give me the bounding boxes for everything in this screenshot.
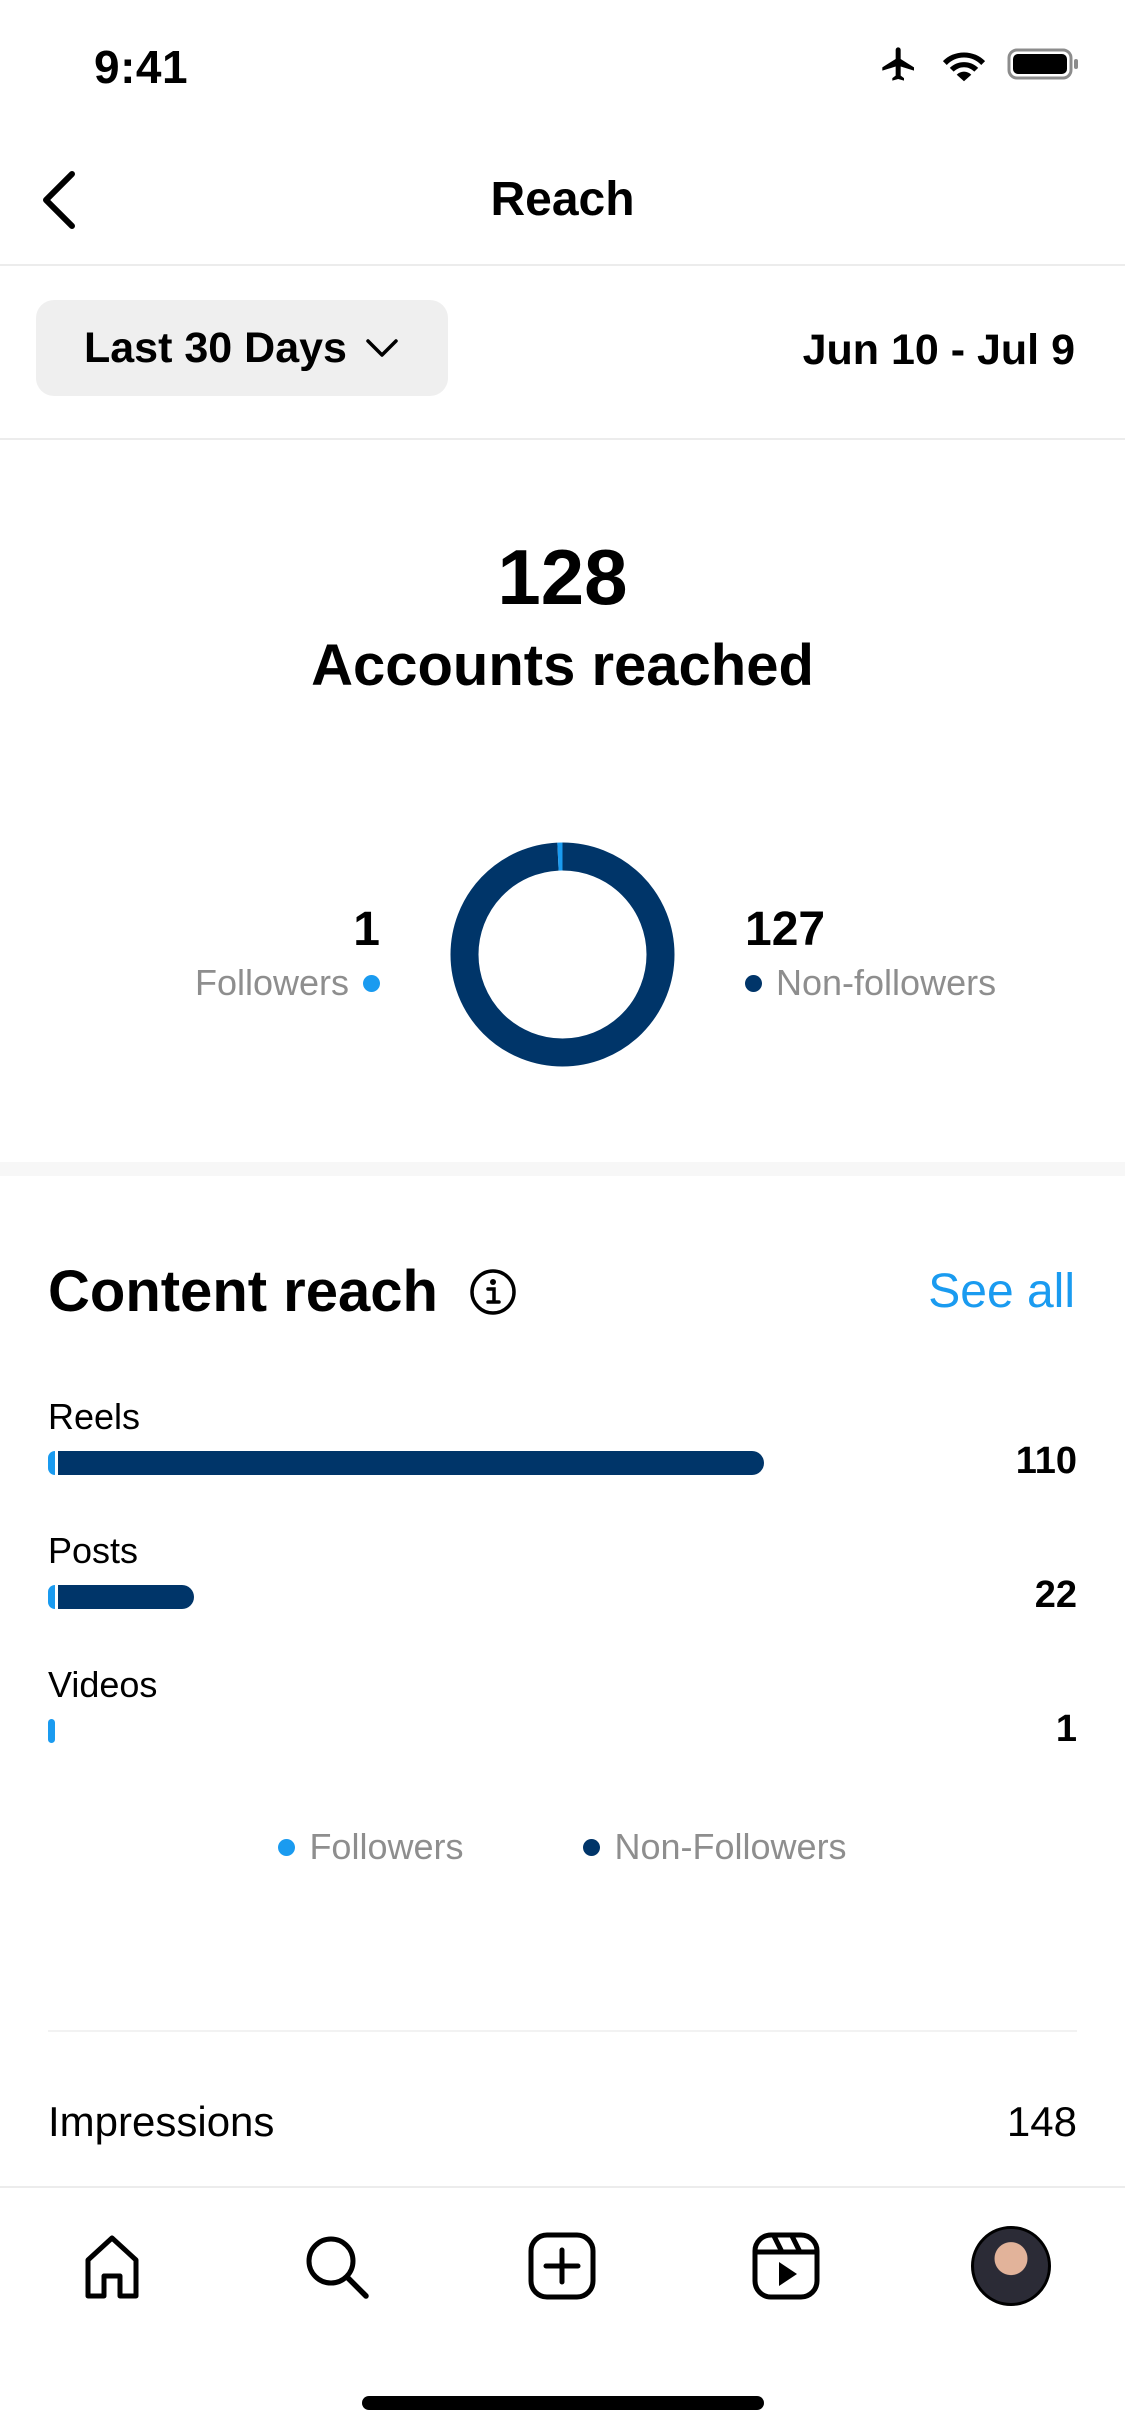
home-indicator <box>362 2396 764 2410</box>
donut-segment-nonfollowers <box>450 842 675 1067</box>
content-reach-title-row: Content reach <box>48 1258 518 1325</box>
divider <box>48 2030 1077 2032</box>
legend-nonfollowers: Non-Followers <box>614 1826 847 1867</box>
tab-home[interactable] <box>62 2216 162 2316</box>
nav-header: Reach <box>0 140 1125 266</box>
profile-avatar <box>971 2226 1051 2306</box>
tab-profile[interactable] <box>961 2216 1061 2316</box>
impressions-value: 148 <box>1006 2098 1077 2145</box>
range-label: Last 30 Days <box>84 323 347 372</box>
home-icon <box>85 2235 139 2299</box>
content-reach-section: Content reach See all Reels 110 Posts 22… <box>0 1176 1125 2036</box>
bar-nonfollowers <box>58 1451 764 1475</box>
nonfollowers-label: Non-followers <box>776 962 997 1003</box>
bar-followers <box>48 1451 55 1475</box>
status-icons <box>877 44 1081 89</box>
date-range-text: Jun 10 - Jul 9 <box>802 326 1075 374</box>
filter-row: Last 30 Days Jun 10 - Jul 9 <box>0 268 1125 440</box>
status-time: 9:41 <box>94 41 189 93</box>
followers-dot <box>363 974 380 992</box>
accounts-reached-count: 128 <box>497 533 628 621</box>
section-divider <box>0 1162 1125 1176</box>
page-title: Reach <box>490 173 635 226</box>
info-icon[interactable] <box>468 1267 518 1317</box>
impressions-label: Impressions <box>48 2098 275 2145</box>
bar-followers <box>48 1719 55 1743</box>
tab-search[interactable] <box>286 2216 386 2316</box>
reach-row-label: Posts <box>48 1530 139 1571</box>
battery-icon <box>1007 46 1081 87</box>
followers-legend: 1 Followers <box>195 902 380 1004</box>
chevron-down-icon <box>366 339 398 357</box>
nonfollowers-dot <box>583 1838 601 1856</box>
bar-nonfollowers <box>58 1585 194 1609</box>
bar-followers <box>48 1585 55 1609</box>
reach-row-videos[interactable]: Videos 1 <box>48 1664 1077 1784</box>
content-reach-legend: Followers Non-Followers <box>0 1826 1125 1868</box>
reach-row-label: Reels <box>48 1396 141 1437</box>
create-icon <box>528 2232 596 2300</box>
content-reach-title: Content reach <box>48 1259 438 1324</box>
followers-dot <box>278 1838 296 1856</box>
tab-reels[interactable] <box>736 2216 836 2316</box>
airplane-icon <box>877 44 921 89</box>
reach-row-posts[interactable]: Posts 22 <box>48 1530 1077 1650</box>
tab-create[interactable] <box>512 2216 612 2316</box>
impressions-row[interactable]: Impressions 148 <box>48 2098 1077 2146</box>
followers-donut-chart <box>450 842 675 1067</box>
followers-count: 1 <box>353 903 380 956</box>
see-all-link[interactable]: See all <box>928 1264 1075 1319</box>
search-icon <box>306 2236 369 2299</box>
reach-row-value: 110 <box>1015 1440 1077 1482</box>
reach-summary: 128 Accounts reached 1 Followers 127 Non… <box>0 442 1125 1162</box>
accounts-reached-label: Accounts reached <box>311 633 814 698</box>
nonfollowers-legend: 127 Non-followers <box>745 902 996 1004</box>
reach-row-reels[interactable]: Reels 110 <box>48 1396 1077 1516</box>
reels-icon <box>752 2232 820 2300</box>
reach-row-label: Videos <box>48 1664 158 1705</box>
status-bar: 9:41 <box>0 0 1125 140</box>
date-range-dropdown[interactable]: Last 30 Days <box>36 300 448 396</box>
reach-row-value: 22 <box>1034 1574 1077 1616</box>
followers-label: Followers <box>194 962 349 1003</box>
reach-row-value: 1 <box>1055 1708 1077 1750</box>
legend-followers: Followers <box>309 1826 464 1867</box>
nonfollowers-dot <box>745 974 762 992</box>
wifi-icon <box>941 46 987 87</box>
nonfollowers-count: 127 <box>745 903 826 956</box>
